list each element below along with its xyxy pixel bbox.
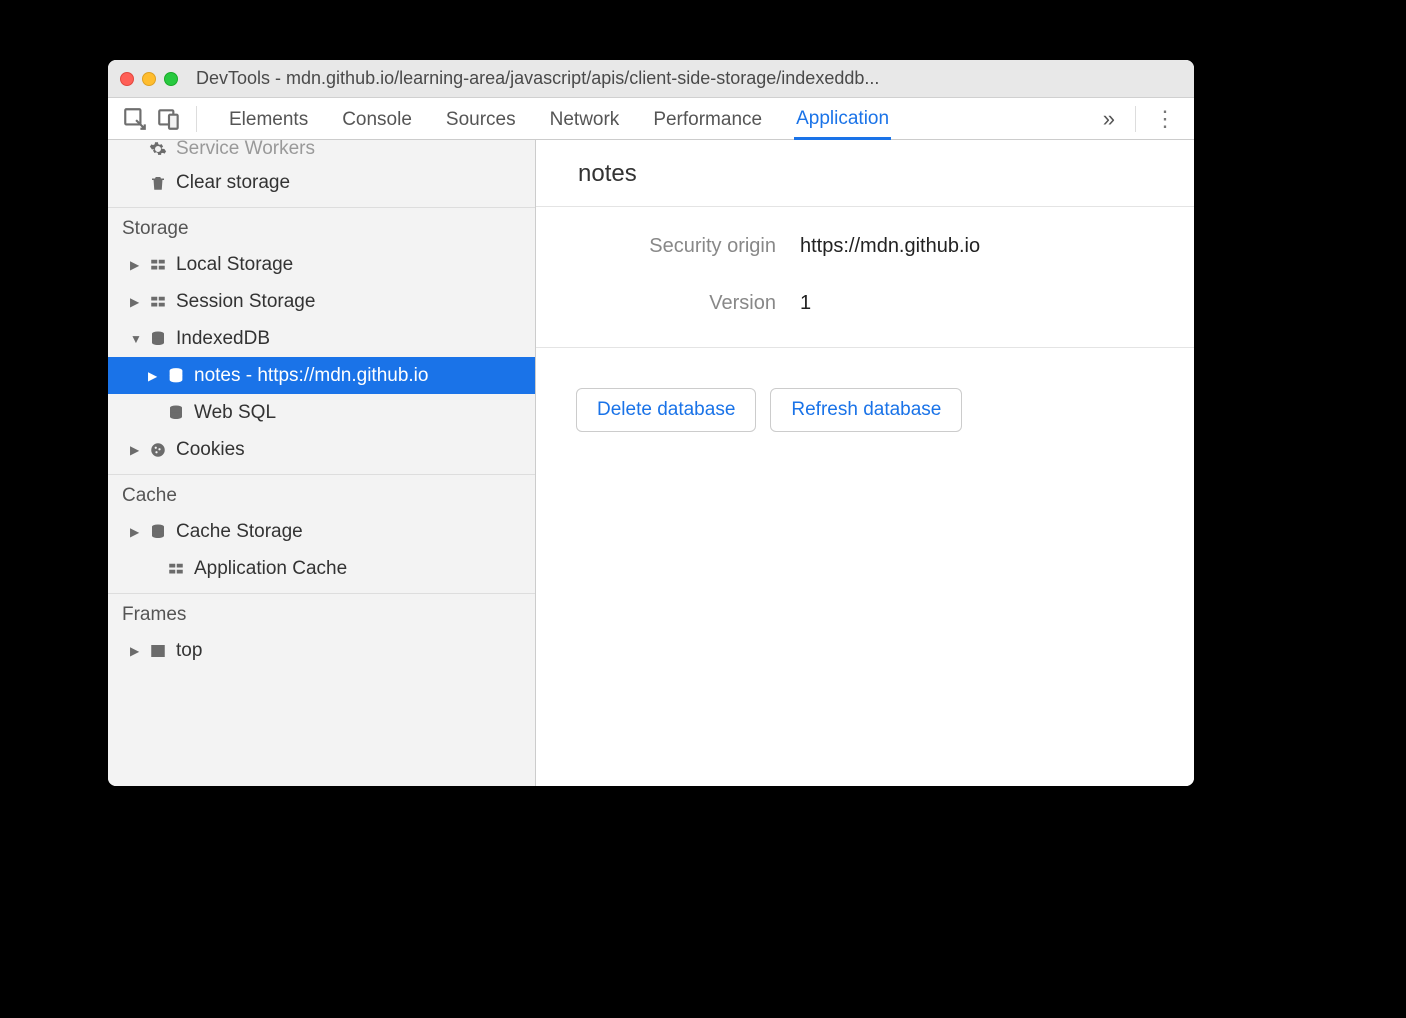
- sidebar-group-cache: Cache: [108, 474, 535, 513]
- device-toggle-icon[interactable]: [156, 106, 182, 132]
- database-icon: [166, 366, 186, 386]
- toolbar-separator: [1135, 106, 1136, 132]
- sidebar-item-label: IndexedDB: [176, 328, 270, 350]
- sidebar-item-clear-storage[interactable]: Clear storage: [108, 164, 535, 201]
- tab-console[interactable]: Console: [340, 99, 414, 139]
- tab-sources[interactable]: Sources: [444, 99, 518, 139]
- tab-elements[interactable]: Elements: [227, 99, 310, 139]
- sidebar-item-label: Cache Storage: [176, 521, 303, 543]
- sidebar-item-cookies[interactable]: ▶ Cookies: [108, 431, 535, 468]
- sidebar-item-label: Service Workers: [176, 140, 315, 160]
- window-title: DevTools - mdn.github.io/learning-area/j…: [196, 68, 1182, 89]
- cookie-icon: [148, 440, 168, 460]
- sidebar-item-top-frame[interactable]: ▶ top: [108, 632, 535, 669]
- sidebar-item-application-cache[interactable]: Application Cache: [108, 550, 535, 587]
- security-origin-value: https://mdn.github.io: [800, 235, 980, 258]
- delete-database-button[interactable]: Delete database: [576, 388, 756, 432]
- sidebar-item-indexeddb-notes[interactable]: ▶ notes - https://mdn.github.io: [108, 357, 535, 394]
- chevron-down-icon: ▼: [130, 332, 140, 346]
- devtools-window: DevTools - mdn.github.io/learning-area/j…: [108, 60, 1194, 786]
- chevron-right-icon: ▶: [130, 295, 140, 309]
- sidebar-item-session-storage[interactable]: ▶ Session Storage: [108, 283, 535, 320]
- titlebar: DevTools - mdn.github.io/learning-area/j…: [108, 60, 1194, 98]
- devtools-toolbar: Elements Console Sources Network Perform…: [108, 98, 1194, 140]
- version-label: Version: [576, 292, 776, 315]
- tab-network[interactable]: Network: [548, 99, 622, 139]
- gear-icon: [148, 140, 168, 159]
- sidebar-item-label: Session Storage: [176, 291, 315, 313]
- database-icon: [166, 403, 186, 423]
- window-controls: [120, 72, 178, 86]
- chevron-right-icon: ▶: [148, 369, 158, 383]
- tab-performance[interactable]: Performance: [651, 99, 764, 139]
- sidebar-item-label: Local Storage: [176, 254, 293, 276]
- application-sidebar: Service Workers Clear storage Storage ▶ …: [108, 140, 536, 786]
- sidebar-item-label: notes - https://mdn.github.io: [194, 365, 428, 387]
- inspect-element-icon[interactable]: [122, 106, 148, 132]
- chevron-right-icon: ▶: [130, 644, 140, 658]
- sidebar-item-label: Application Cache: [194, 558, 347, 580]
- chevron-right-icon: ▶: [130, 258, 140, 272]
- sidebar-item-indexeddb[interactable]: ▼ IndexedDB: [108, 320, 535, 357]
- refresh-database-button[interactable]: Refresh database: [770, 388, 962, 432]
- toolbar-separator: [196, 106, 197, 132]
- database-icon: [148, 522, 168, 542]
- sidebar-item-local-storage[interactable]: ▶ Local Storage: [108, 246, 535, 283]
- minimize-window-button[interactable]: [142, 72, 156, 86]
- frame-icon: [148, 641, 168, 661]
- detail-row-security-origin: Security origin https://mdn.github.io: [576, 235, 1154, 258]
- chevron-right-icon: ▶: [130, 443, 140, 457]
- sidebar-item-service-workers[interactable]: Service Workers: [108, 140, 535, 164]
- detail-row-version: Version 1: [576, 292, 1154, 315]
- settings-menu-icon[interactable]: ⋮: [1146, 106, 1184, 132]
- database-actions: Delete database Refresh database: [536, 348, 1194, 472]
- sidebar-item-web-sql[interactable]: Web SQL: [108, 394, 535, 431]
- main-panel: notes Security origin https://mdn.github…: [536, 140, 1194, 786]
- maximize-window-button[interactable]: [164, 72, 178, 86]
- grid-icon: [166, 559, 186, 579]
- tab-application[interactable]: Application: [794, 98, 891, 140]
- database-title: notes: [536, 140, 1194, 207]
- grid-icon: [148, 292, 168, 312]
- sidebar-group-frames: Frames: [108, 593, 535, 632]
- sidebar-group-storage: Storage: [108, 207, 535, 246]
- version-value: 1: [800, 292, 811, 315]
- close-window-button[interactable]: [120, 72, 134, 86]
- more-tabs-icon[interactable]: »: [1093, 106, 1125, 132]
- sidebar-item-label: Clear storage: [176, 172, 290, 194]
- trash-icon: [148, 173, 168, 193]
- sidebar-item-cache-storage[interactable]: ▶ Cache Storage: [108, 513, 535, 550]
- security-origin-label: Security origin: [576, 235, 776, 258]
- sidebar-item-label: top: [176, 640, 202, 662]
- sidebar-item-label: Cookies: [176, 439, 245, 461]
- sidebar-item-label: Web SQL: [194, 402, 276, 424]
- grid-icon: [148, 255, 168, 275]
- database-icon: [148, 329, 168, 349]
- database-details: Security origin https://mdn.github.io Ve…: [536, 207, 1194, 348]
- panel-tabs: Elements Console Sources Network Perform…: [207, 98, 1093, 140]
- chevron-right-icon: ▶: [130, 525, 140, 539]
- panel-body: Service Workers Clear storage Storage ▶ …: [108, 140, 1194, 786]
